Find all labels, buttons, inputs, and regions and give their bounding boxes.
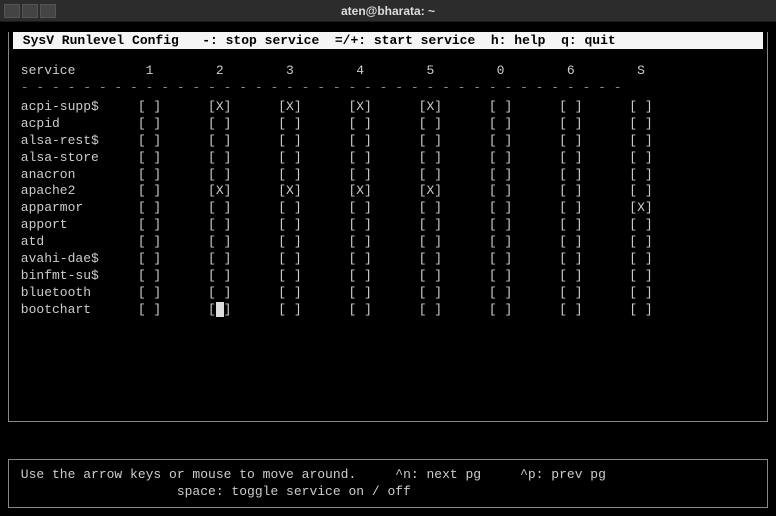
window-button-1[interactable]: [4, 4, 20, 18]
cursor: [216, 302, 224, 317]
service-row[interactable]: bluetooth [ ] [ ] [ ] [ ] [ ] [ ] [ ] [ …: [13, 285, 763, 302]
titlebar: aten@bharata: ~: [0, 0, 776, 22]
help-footer: Use the arrow keys or mouse to move arou…: [8, 459, 768, 508]
app-header: SysV Runlevel Config -: stop service =/+…: [13, 32, 763, 49]
column-headers: service 1 2 3 4 5 0 6 S: [13, 63, 763, 78]
service-row[interactable]: bootchart [ ] [ ] [ ] [ ] [ ] [ ] [ ] [ …: [13, 302, 763, 319]
service-row[interactable]: anacron [ ] [ ] [ ] [ ] [ ] [ ] [ ] [ ]: [13, 167, 763, 184]
service-row[interactable]: alsa-rest$ [ ] [ ] [ ] [ ] [ ] [ ] [ ] […: [13, 133, 763, 150]
footer-line-1: Use the arrow keys or mouse to move arou…: [13, 466, 763, 484]
service-row[interactable]: alsa-store [ ] [ ] [ ] [ ] [ ] [ ] [ ] […: [13, 150, 763, 167]
service-row[interactable]: atd [ ] [ ] [ ] [ ] [ ] [ ] [ ] [ ]: [13, 234, 763, 251]
window-button-2[interactable]: [22, 4, 38, 18]
service-row[interactable]: apache2 [ ] [X] [X] [X] [X] [ ] [ ] [ ]: [13, 183, 763, 200]
service-list[interactable]: acpi-supp$ [ ] [X] [X] [X] [X] [ ] [ ] […: [13, 99, 763, 319]
window-title: aten@bharata: ~: [341, 4, 435, 18]
footer-line-2: space: toggle service on / off: [13, 483, 763, 501]
separator-line: - - - - - - - - - - - - - - - - - - - - …: [13, 80, 763, 95]
service-row[interactable]: acpid [ ] [ ] [ ] [ ] [ ] [ ] [ ] [ ]: [13, 116, 763, 133]
service-row[interactable]: apparmor [ ] [ ] [ ] [ ] [ ] [ ] [ ] [X]: [13, 200, 763, 217]
service-row[interactable]: apport [ ] [ ] [ ] [ ] [ ] [ ] [ ] [ ]: [13, 217, 763, 234]
service-row[interactable]: acpi-supp$ [ ] [X] [X] [X] [X] [ ] [ ] […: [13, 99, 763, 116]
service-row[interactable]: avahi-dae$ [ ] [ ] [ ] [ ] [ ] [ ] [ ] […: [13, 251, 763, 268]
main-panel: SysV Runlevel Config -: stop service =/+…: [8, 32, 768, 422]
service-row[interactable]: binfmt-su$ [ ] [ ] [ ] [ ] [ ] [ ] [ ] […: [13, 268, 763, 285]
terminal[interactable]: SysV Runlevel Config -: stop service =/+…: [0, 22, 776, 516]
window-controls: [0, 4, 56, 18]
window-button-3[interactable]: [40, 4, 56, 18]
